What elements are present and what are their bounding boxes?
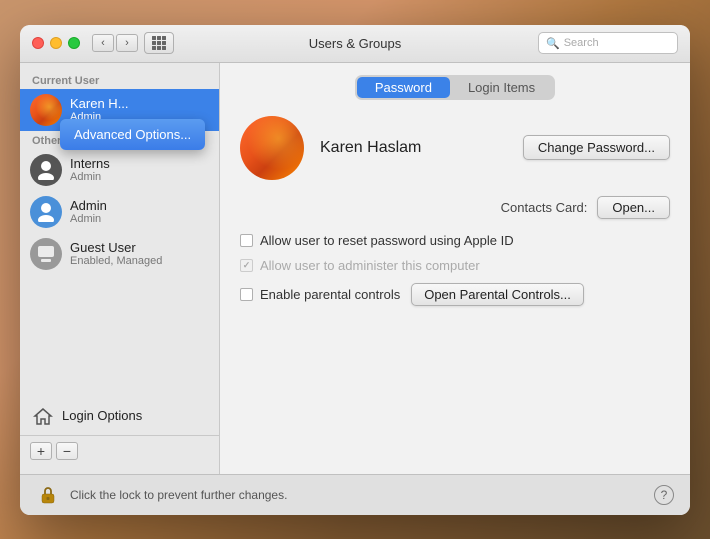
login-options-item[interactable]: Login Options xyxy=(20,397,219,435)
avatar-guest xyxy=(30,238,62,270)
user-item-karen[interactable]: Karen H... Admin Advanced Options... xyxy=(20,89,219,131)
help-button[interactable]: ? xyxy=(654,485,674,505)
user-role-guest: Enabled, Managed xyxy=(70,255,209,267)
sidebar-bottom: + − xyxy=(20,435,219,466)
user-name-karen: Karen H... xyxy=(70,96,209,111)
open-parental-controls-button[interactable]: Open Parental Controls... xyxy=(411,283,584,306)
search-placeholder: Search xyxy=(564,37,599,49)
user-item-guest[interactable]: Guest User Enabled, Managed xyxy=(20,233,219,275)
avatar-interns xyxy=(30,154,62,186)
remove-user-button[interactable]: − xyxy=(56,442,78,460)
traffic-lights xyxy=(32,37,80,49)
person-icon-admin xyxy=(36,202,56,222)
avatar-admin xyxy=(30,196,62,228)
forward-button[interactable]: › xyxy=(116,34,138,52)
user-name-interns: Interns xyxy=(70,156,209,171)
contacts-label: Contacts Card: xyxy=(501,200,588,215)
main-user-name: Karen Haslam xyxy=(320,139,523,157)
user-info-interns: Interns Admin xyxy=(70,156,209,183)
lock-svg xyxy=(37,484,59,506)
reset-password-row: Allow user to reset password using Apple… xyxy=(240,233,670,248)
advanced-options-item[interactable]: Advanced Options... xyxy=(74,125,191,144)
tab-group: Password Login Items xyxy=(355,75,555,100)
back-button[interactable]: ‹ xyxy=(92,34,114,52)
add-user-button[interactable]: + xyxy=(30,442,52,460)
reset-password-checkbox[interactable] xyxy=(240,234,253,247)
search-box[interactable]: 🔍 Search xyxy=(538,32,678,54)
lock-icon[interactable] xyxy=(36,483,60,507)
guest-icon xyxy=(35,243,57,265)
grid-button[interactable] xyxy=(144,32,174,54)
window-title: Users & Groups xyxy=(309,36,401,51)
contacts-row: Contacts Card: Open... xyxy=(240,196,670,219)
tab-bar: Password Login Items xyxy=(240,75,670,100)
maximize-button[interactable] xyxy=(68,37,80,49)
house-icon xyxy=(32,405,54,427)
parental-controls-label: Enable parental controls xyxy=(260,287,400,302)
open-contacts-button[interactable]: Open... xyxy=(597,196,670,219)
user-info-guest: Guest User Enabled, Managed xyxy=(70,240,209,267)
person-icon xyxy=(36,160,56,180)
grid-icon xyxy=(152,36,166,50)
user-name-guest: Guest User xyxy=(70,240,209,255)
login-options-label: Login Options xyxy=(62,408,142,423)
reset-password-label: Allow user to reset password using Apple… xyxy=(260,233,514,248)
user-name-admin: Admin xyxy=(70,198,209,213)
administer-checkbox[interactable] xyxy=(240,259,253,272)
search-icon: 🔍 xyxy=(546,37,560,50)
tab-password[interactable]: Password xyxy=(357,77,450,98)
nav-buttons: ‹ › xyxy=(92,34,138,52)
parental-row: Enable parental controls Open Parental C… xyxy=(240,283,670,306)
main-avatar-karen xyxy=(240,116,304,180)
main-panel: Password Login Items Karen Haslam Change… xyxy=(220,63,690,474)
user-info-admin: Admin Admin xyxy=(70,198,209,225)
content: Current User Karen H... Admin Advanced O… xyxy=(20,63,690,474)
context-menu[interactable]: Advanced Options... xyxy=(60,119,205,150)
current-user-label: Current User xyxy=(20,71,219,89)
bottom-bar: Click the lock to prevent further change… xyxy=(20,474,690,515)
window: ‹ › Users & Groups 🔍 Search Current User xyxy=(20,25,690,515)
administer-label: Allow user to administer this computer xyxy=(260,258,480,273)
tab-login-items[interactable]: Login Items xyxy=(450,77,553,98)
minimize-button[interactable] xyxy=(50,37,62,49)
change-password-button[interactable]: Change Password... xyxy=(523,135,670,160)
avatar-karen xyxy=(30,94,62,126)
parental-controls-checkbox[interactable] xyxy=(240,288,253,301)
home-svg xyxy=(33,406,53,426)
lock-text: Click the lock to prevent further change… xyxy=(70,488,644,502)
administer-row: Allow user to administer this computer xyxy=(240,258,670,273)
user-role-interns: Admin xyxy=(70,171,209,183)
user-item-admin[interactable]: Admin Admin xyxy=(20,191,219,233)
close-button[interactable] xyxy=(32,37,44,49)
user-header: Karen Haslam Change Password... xyxy=(240,116,670,180)
user-role-admin: Admin xyxy=(70,213,209,225)
titlebar: ‹ › Users & Groups 🔍 Search xyxy=(20,25,690,63)
sidebar: Current User Karen H... Admin Advanced O… xyxy=(20,63,220,474)
settings-area: Contacts Card: Open... Allow user to res… xyxy=(240,196,670,462)
user-item-interns[interactable]: Interns Admin xyxy=(20,149,219,191)
